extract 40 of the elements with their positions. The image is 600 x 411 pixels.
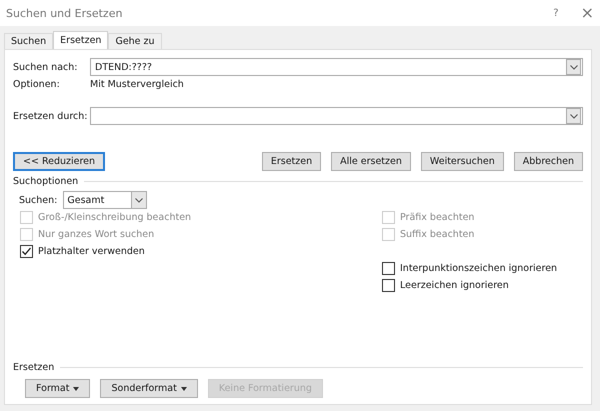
reduce-button[interactable]: << Reduzieren xyxy=(13,152,106,171)
direction-label: Suchen: xyxy=(19,194,58,206)
dropdown-button[interactable] xyxy=(566,59,581,75)
format-button[interactable]: Format xyxy=(25,379,90,398)
checkbox-label: Platzhalter verwenden xyxy=(38,246,145,257)
format-button[interactable]: Sonderformat xyxy=(100,379,198,398)
window-title: Suchen und Ersetzen xyxy=(6,6,122,20)
search-field[interactable]: DTEND:???? xyxy=(90,58,583,76)
caret-icon xyxy=(73,386,80,390)
tab[interactable]: Ersetzen xyxy=(53,31,108,49)
section-title: Suchoptionen xyxy=(13,176,78,187)
tab[interactable]: Suchen xyxy=(4,33,54,49)
action-button[interactable]: Weitersuchen xyxy=(420,152,504,171)
checkbox-label: Leerzeichen ignorieren xyxy=(400,280,509,291)
action-button[interactable]: Abbrechen xyxy=(514,152,583,171)
replace-field[interactable] xyxy=(90,107,583,125)
field-label: Suchen nach: xyxy=(13,62,78,72)
action-button[interactable]: Alle ersetzen xyxy=(331,152,411,171)
checkbox-label: Suffix beachten xyxy=(400,229,474,240)
checkbox-label: Nur ganzes Wort suchen xyxy=(38,229,154,240)
chevron-down-icon xyxy=(570,114,578,118)
checkbox[interactable] xyxy=(382,279,395,292)
caret-icon xyxy=(180,386,187,390)
section-title: Ersetzen xyxy=(13,362,54,373)
dropdown-button[interactable] xyxy=(566,108,581,124)
direction-dropdown[interactable]: Gesamt xyxy=(63,191,148,209)
chevron-down-icon xyxy=(135,198,144,202)
checkbox-label: Interpunktionszeichen ignorieren xyxy=(400,263,558,274)
tab[interactable]: Gehe zu xyxy=(108,33,162,49)
checkbox-label: Groß-/Kleinschreibung beachten xyxy=(38,212,192,223)
close-button[interactable]: × xyxy=(580,5,594,21)
checkbox-label: Präfix beachten xyxy=(400,212,474,223)
field-label: Ersetzen durch: xyxy=(13,110,88,122)
checkbox[interactable] xyxy=(382,262,395,275)
action-button[interactable]: Ersetzen xyxy=(262,152,322,171)
options-value: Mit Mustervergleich xyxy=(90,79,184,90)
options-label: Optionen: xyxy=(13,79,61,90)
help-button[interactable]: ? xyxy=(553,8,559,18)
checkbox[interactable] xyxy=(20,245,33,258)
chevron-down-icon xyxy=(570,64,578,70)
